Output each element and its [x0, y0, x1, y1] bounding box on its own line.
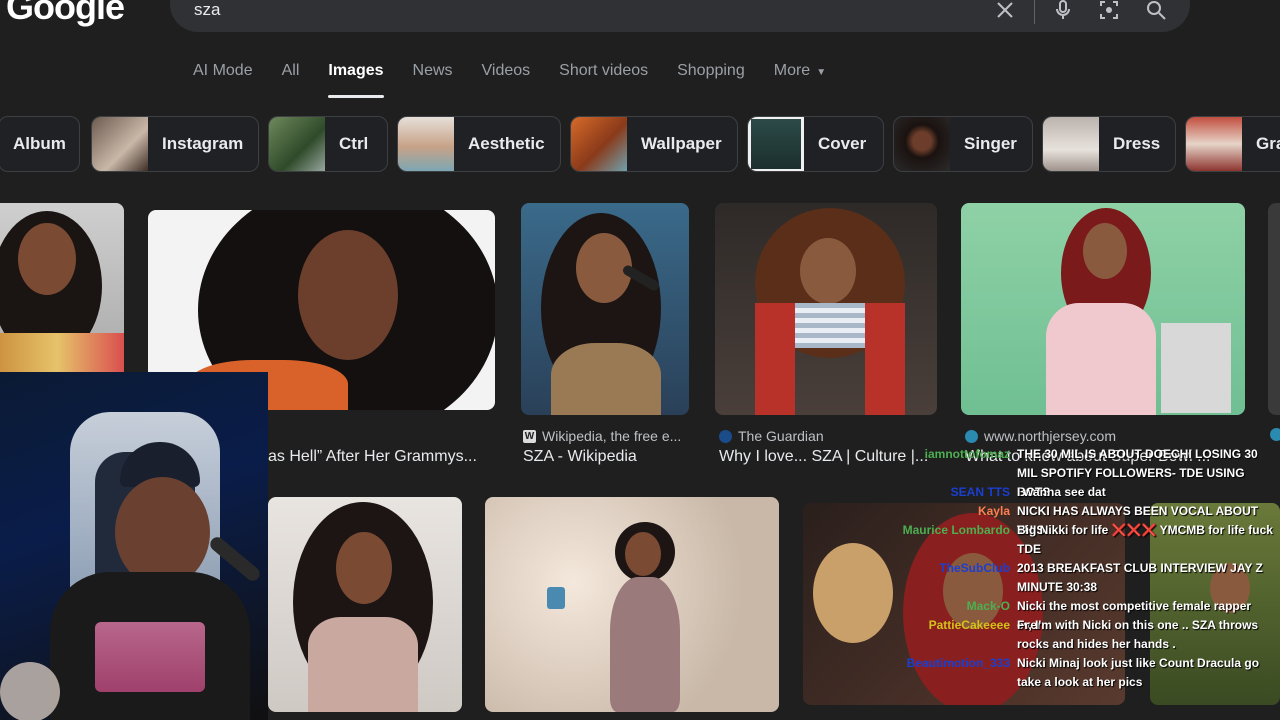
- image-result[interactable]: [485, 497, 779, 712]
- result-title[interactable]: as Hell” After Her Grammys...: [268, 448, 496, 466]
- image-result[interactable]: [961, 203, 1245, 415]
- filter-chips: Album Instagram Ctrl Aesthetic Wallpaper…: [0, 116, 1280, 174]
- search-bar[interactable]: sza: [170, 0, 1190, 32]
- chip-thumbnail: [1186, 117, 1242, 171]
- image-outfit: [610, 577, 680, 712]
- chip-label: Ctrl: [339, 134, 369, 153]
- chip-ctrl[interactable]: Ctrl: [268, 116, 388, 172]
- image-result[interactable]: [1268, 203, 1280, 415]
- chip-cover[interactable]: Cover: [747, 116, 884, 172]
- chip-aesthetic[interactable]: Aesthetic: [397, 116, 561, 172]
- guardian-icon: [719, 429, 732, 443]
- tab-short-videos[interactable]: Short videos: [559, 62, 648, 98]
- chip-label: Dress: [1113, 134, 1161, 153]
- image-outfit: [551, 343, 661, 415]
- image-result[interactable]: [0, 203, 124, 378]
- chat-username: Maurice Lombardo: [902, 523, 1010, 537]
- image-face: [336, 532, 392, 604]
- tab-videos[interactable]: Videos: [482, 62, 531, 98]
- chip-thumbnail: [894, 117, 950, 171]
- hand: [0, 662, 60, 720]
- streamer-face: [115, 477, 210, 587]
- chip-gra[interactable]: Gra: [1185, 116, 1280, 172]
- result-source-name: Wikipedia, the free e...: [542, 428, 682, 444]
- image-face: [625, 532, 661, 576]
- search-input[interactable]: sza: [194, 0, 220, 20]
- globe-icon: [965, 429, 978, 443]
- chat-username: PattieCakeeee: [928, 618, 1010, 632]
- image-face: [1083, 223, 1127, 279]
- chat-text: I wanna see dat: [1017, 485, 1106, 499]
- chat-username: SEAN TTS: [950, 485, 1010, 499]
- result-source[interactable]: www.northjersey.com: [965, 428, 1116, 444]
- clear-icon[interactable]: [993, 0, 1017, 22]
- chip-instagram[interactable]: Instagram: [91, 116, 259, 172]
- search-divider: [1034, 0, 1035, 24]
- tab-all[interactable]: All: [282, 62, 300, 98]
- chip-thumbnail: [92, 117, 148, 171]
- tab-news[interactable]: News: [413, 62, 453, 98]
- wikipedia-icon: W: [523, 429, 536, 443]
- image-podium: [1161, 323, 1231, 413]
- microphone-icon[interactable]: [1051, 0, 1075, 22]
- image-jacket: [865, 303, 905, 415]
- chip-thumbnail: [1043, 117, 1099, 171]
- result-source-name: The Guardian: [738, 428, 824, 444]
- image-jacket: [755, 303, 795, 415]
- chat-text: Big Nikki for life ❌❌❌ YMCMB for life fu…: [1017, 523, 1273, 556]
- google-logo[interactable]: Google: [6, 0, 125, 28]
- chip-thumbnail: [398, 117, 454, 171]
- chip-wallpaper[interactable]: Wallpaper: [570, 116, 738, 172]
- result-source[interactable]: W Wikipedia, the free e...: [523, 428, 681, 444]
- image-face: [18, 223, 76, 295]
- tab-more[interactable]: More ▼: [774, 62, 826, 98]
- chat-username: Beautimotion_333: [906, 656, 1010, 670]
- chip-dress[interactable]: Dress: [1042, 116, 1176, 172]
- tab-images[interactable]: Images: [328, 62, 384, 98]
- image-face: [298, 230, 398, 360]
- chip-label: Wallpaper: [641, 134, 722, 153]
- chip-label: Gra: [1256, 134, 1280, 153]
- chip-label: Cover: [818, 134, 867, 153]
- chip-thumbnail: [748, 117, 804, 171]
- result-source-name: www.northjersey.com: [984, 428, 1117, 444]
- result-title[interactable]: SZA - Wikipedia: [523, 448, 693, 466]
- chat-username: iamnottofomaz: [924, 447, 1010, 461]
- globe-icon: [1270, 428, 1280, 441]
- search-icon[interactable]: [1144, 0, 1168, 22]
- tab-shopping[interactable]: Shopping: [677, 62, 745, 98]
- webcam-overlay: [0, 372, 268, 720]
- image-result[interactable]: [715, 203, 937, 415]
- tab-ai-mode[interactable]: AI Mode: [193, 62, 253, 98]
- chat-username: Mack-O: [966, 599, 1010, 613]
- chip-singer[interactable]: Singer: [893, 116, 1033, 172]
- chip-thumbnail: [571, 117, 627, 171]
- chip-label: Instagram: [162, 134, 244, 153]
- result-source-icon[interactable]: [1270, 428, 1280, 441]
- image-outfit: [1046, 303, 1156, 415]
- chip-thumbnail: [269, 117, 325, 171]
- chat-username: TheSubClub: [939, 561, 1010, 575]
- chip-label: Album: [13, 134, 66, 153]
- chip-album[interactable]: Album: [0, 116, 80, 172]
- shirt-print: [95, 622, 205, 692]
- lens-icon[interactable]: [1097, 0, 1121, 22]
- chevron-down-icon: ▼: [816, 67, 827, 78]
- chat-text: Nicki Minaj look just like Count Dracula…: [1017, 656, 1260, 689]
- image-result[interactable]: [521, 203, 689, 415]
- chip-label: Aesthetic: [468, 134, 545, 153]
- search-tabs: AI Mode All Images News Videos Short vid…: [193, 62, 855, 98]
- result-source[interactable]: The Guardian: [719, 428, 824, 444]
- tab-more-label: More: [773, 62, 811, 79]
- image-result[interactable]: [268, 497, 462, 712]
- image-outfit: [308, 617, 418, 712]
- chat-text: Fr, I'm with Nicki on this one .. SZA th…: [1017, 618, 1259, 651]
- chip-label: Singer: [964, 134, 1017, 153]
- chat-username: Kayla: [977, 504, 1010, 518]
- image-top: [793, 303, 867, 348]
- image-face: [800, 238, 856, 304]
- image-hair: [813, 543, 893, 643]
- chat-text: 2013 BREAKFAST CLUB INTERVIEW JAY Z MINU…: [1017, 561, 1263, 594]
- image-phone: [547, 587, 565, 609]
